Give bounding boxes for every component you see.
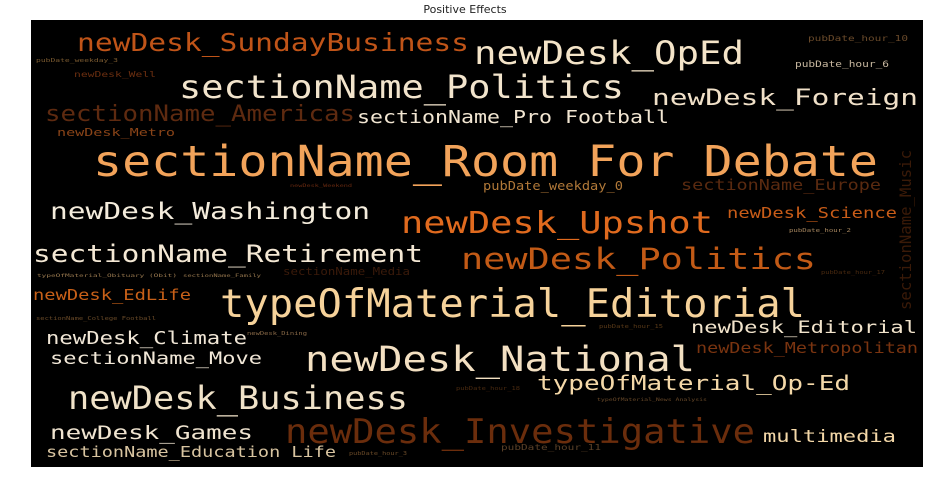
word-newdesk-oped: newDesk_OpEd (474, 34, 744, 72)
word-typeofmaterial-op-ed: typeOfMaterial_Op-Ed (537, 371, 850, 395)
word-newdesk-weekend: newDesk_Weekend (290, 183, 353, 188)
word-typeofmaterial-news-analysis: typeOfMaterial_News Analysis (597, 397, 708, 402)
word-newdesk-upshot: newDesk_Upshot (401, 206, 713, 241)
word-typeofmaterial-obituary-obit: typeOfMaterial_Obituary (Obit) (37, 273, 177, 278)
word-multimedia: multimedia (763, 427, 896, 447)
word-sectionname-education-life: sectionName_Education Life (46, 443, 336, 461)
word-newdesk-games: newDesk_Games (50, 422, 253, 444)
word-pubdate-hour-17: pubDate_hour_17 (821, 270, 885, 276)
word-sectionname-family: sectionName_Family (183, 273, 262, 278)
word-newdesk-sundaybusiness: newDesk_SundayBusiness (77, 28, 469, 57)
word-pubdate-hour-2: pubDate_hour_2 (789, 228, 851, 234)
word-sectionname-americas: sectionName_Americas (45, 102, 355, 127)
word-sectionname-music: sectionName_Music (896, 150, 915, 310)
word-newdesk-dining: newDesk_Dining (247, 331, 307, 337)
word-newdesk-metropolitan: newDesk_Metropolitan (696, 339, 918, 357)
word-newdesk-business: newDesk_Business (68, 379, 408, 417)
word-newdesk-science: newDesk_Science (727, 204, 897, 222)
word-sectionname-retirement: sectionName_Retirement (33, 240, 423, 268)
word-pubdate-hour-11: pubDate_hour_11 (501, 443, 601, 452)
word-pubdate-hour-15: pubDate_hour_15 (599, 324, 663, 330)
word-newdesk-washington: newDesk_Washington (50, 199, 370, 225)
word-newdesk-editorial: newDesk_Editorial (691, 318, 917, 338)
word-newdesk-edlife: newDesk_EdLife (33, 286, 191, 304)
word-cloud: sectionName_Room For Debate typeOfMateria… (31, 20, 923, 467)
word-pubdate-hour-6: pubDate_hour_6 (795, 60, 889, 70)
word-pubdate-weekday-3: pubDate_weekday_3 (36, 58, 118, 64)
word-pubdate-weekday-0: pubDate_weekday_0 (483, 179, 623, 193)
word-newdesk-well: newDesk_Well (74, 70, 156, 79)
word-sectionname-media: sectionName_Media (283, 265, 410, 278)
word-newdesk-foreign: newDesk_Foreign (652, 86, 918, 111)
word-cloud-canvas: sectionName_Room For DebatetypeOfMateria… (33, 28, 918, 461)
chart-title: Positive Effects (423, 3, 507, 16)
word-sectionname-move: sectionName_Move (50, 349, 262, 369)
word-sectionname-politics: sectionName_Politics (179, 68, 624, 106)
word-pubdate-hour-10: pubDate_hour_10 (808, 34, 908, 43)
word-sectionname-europe: sectionName_Europe (681, 176, 881, 194)
word-newdesk-climate: newDesk_Climate (46, 328, 247, 349)
word-newdesk-metro: newDesk_Metro (57, 126, 175, 139)
word-sectionname-pro-football: sectionName_Pro Football (357, 107, 669, 128)
word-pubdate-hour-18: pubDate_hour_18 (456, 386, 520, 392)
word-pubdate-hour-3: pubDate_hour_3 (349, 451, 407, 457)
word-sectionname-college-football: sectionName_College Football (36, 316, 156, 322)
word-newdesk-politics: newDesk_Politics (461, 242, 816, 277)
